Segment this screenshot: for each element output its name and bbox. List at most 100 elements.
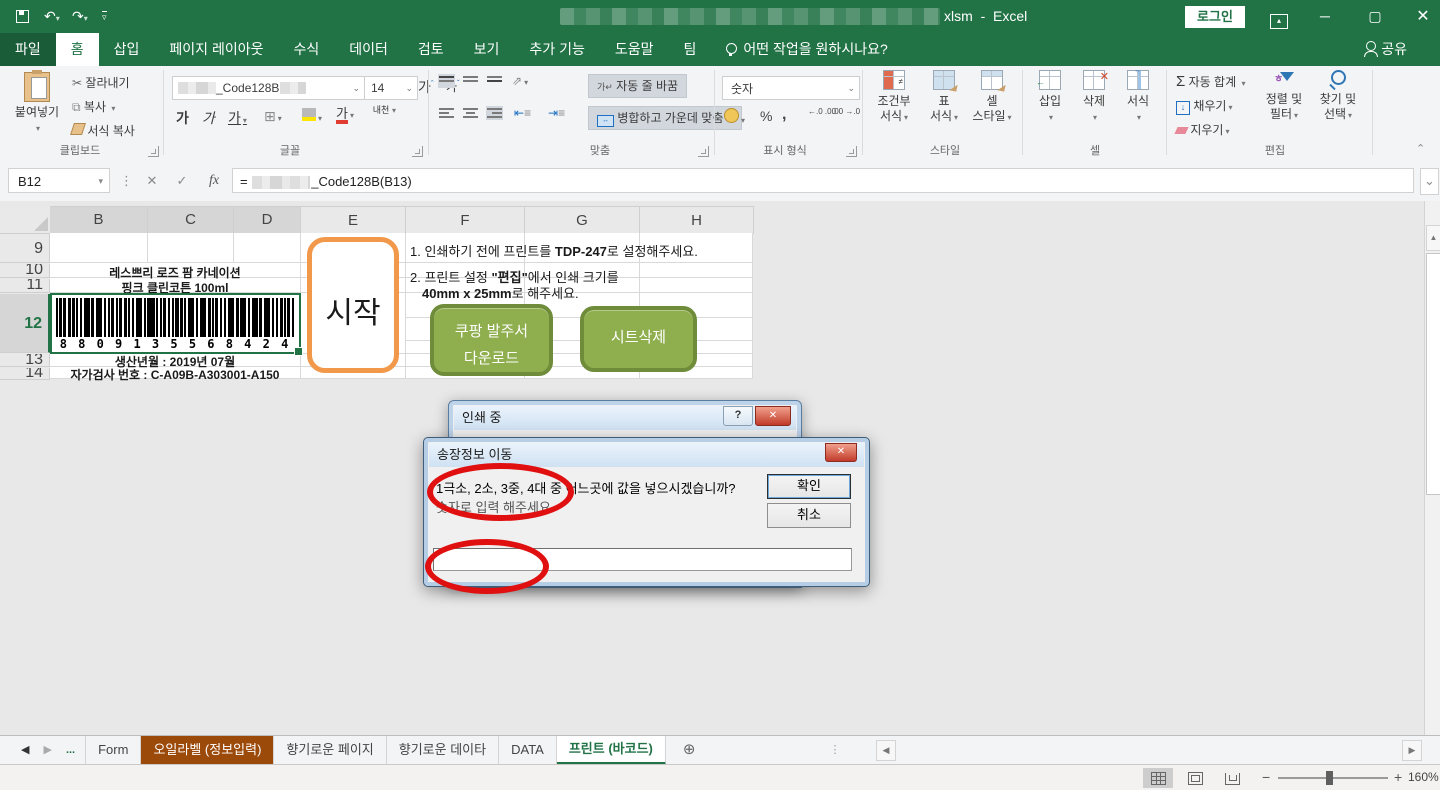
merge-center-toggle[interactable]: ↔ 병합하고 가운데 맞춤 — [588, 106, 742, 130]
selected-cell-B12[interactable] — [50, 293, 301, 354]
decrease-decimal-button[interactable]: .00 →.0 — [832, 108, 860, 116]
ribbon-tab-insert[interactable]: 삽입 — [99, 33, 155, 66]
underline-button[interactable]: 가 — [228, 108, 247, 128]
page-layout-view-icon[interactable] — [1180, 768, 1210, 788]
font-name-combo[interactable]: _Code128B ⌄ — [172, 76, 365, 100]
expand-formula-bar-icon[interactable]: ⌄ — [1420, 168, 1439, 195]
column-header-C[interactable]: C — [148, 206, 234, 236]
page-break-view-icon[interactable] — [1217, 768, 1247, 788]
sheet-nav-right-icon[interactable]: ▶ — [36, 736, 58, 765]
ribbon-tab-file[interactable]: 파일 — [0, 33, 56, 66]
sort-filter-button[interactable]: ㅎ 정렬 및 필터 — [1258, 70, 1310, 123]
cancel-button[interactable]: 취소 — [767, 503, 851, 528]
ribbon-tab-review[interactable]: 검토 — [403, 33, 459, 66]
clipboard-dialog-launcher-icon[interactable] — [148, 146, 159, 157]
row-header-14[interactable]: 14 — [0, 368, 50, 380]
italic-button[interactable]: 가 — [202, 108, 215, 128]
conditional-formatting-button[interactable]: ≠ 조건부 서식 — [870, 70, 918, 125]
grow-font-button[interactable]: 가ˆ — [418, 77, 434, 97]
phonetic-button[interactable]: 내천 — [372, 106, 396, 115]
decrease-indent-button[interactable]: ⇤≡ — [514, 106, 531, 120]
cell-styles-button[interactable]: 셀 스타일 — [968, 70, 1016, 125]
start-macro-button[interactable]: 시작 — [307, 237, 399, 373]
alignment-dialog-launcher-icon[interactable] — [698, 146, 709, 157]
ribbon-tab-formulas[interactable]: 수식 — [278, 33, 334, 66]
sheet-nav-left-icon[interactable]: ◀ — [14, 736, 36, 765]
printing-dialog-help-button[interactable]: ? — [723, 406, 753, 426]
undo-icon[interactable]: ↶▾ — [44, 0, 60, 35]
cancel-formula-icon[interactable]: ✕ — [142, 168, 162, 194]
name-box[interactable]: B12 ▾ — [8, 168, 110, 193]
clear-button[interactable]: 지우기 — [1176, 121, 1229, 138]
column-header-G[interactable]: G — [525, 206, 640, 234]
zoom-slider-track[interactable] — [1278, 777, 1388, 779]
sheet-tab-print-barcode[interactable]: 프린트 (바코드) — [557, 736, 666, 765]
sheet-tab-fragrant-data[interactable]: 향기로운 데이타 — [387, 736, 499, 765]
hscroll-left-icon[interactable]: ◀ — [876, 740, 896, 761]
tell-me-box[interactable]: 어떤 작업을 원하시나요? — [711, 33, 902, 66]
new-sheet-icon[interactable]: ⊕ — [676, 736, 703, 765]
row-header-12[interactable]: 12 — [0, 294, 50, 353]
minimize-button[interactable]: ─ — [1310, 0, 1340, 33]
zoom-level[interactable]: 160% — [1408, 770, 1439, 784]
fill-button[interactable]: ↓ 채우기 — [1176, 97, 1232, 115]
insert-cells-button[interactable]: ← 삽입 — [1030, 70, 1070, 125]
ribbon-tab-team[interactable]: 팀 — [668, 33, 711, 66]
font-color-button[interactable]: 가 — [336, 106, 354, 124]
find-select-button[interactable]: 찾기 및 선택 — [1312, 70, 1364, 123]
align-left-button[interactable] — [438, 106, 455, 120]
normal-view-icon[interactable] — [1143, 768, 1173, 788]
share-button[interactable]: 공유 — [1351, 33, 1422, 66]
ribbon-tab-page-layout[interactable]: 페이지 레이아웃 — [154, 33, 278, 66]
printing-dialog-close-button[interactable]: ✕ — [755, 406, 791, 426]
row-header-11[interactable]: 11 — [0, 279, 50, 293]
align-center-button[interactable] — [462, 106, 479, 120]
borders-button[interactable]: ⊞ — [264, 108, 282, 125]
comma-style-button[interactable]: , — [782, 106, 786, 124]
sheet-tab-overflow[interactable]: ... — [59, 736, 86, 765]
invoice-dialog-close-button[interactable]: ✕ — [825, 443, 857, 462]
maximize-button[interactable]: ▢ — [1360, 0, 1390, 33]
format-cells-button[interactable]: ↔ 서식 — [1118, 70, 1158, 125]
scroll-up-icon[interactable]: ▲ — [1426, 225, 1440, 251]
row-header-13[interactable]: 13 — [0, 354, 50, 367]
zoom-in-icon[interactable]: + — [1394, 769, 1402, 785]
percent-style-button[interactable]: % — [760, 108, 772, 124]
accounting-format-button[interactable] — [724, 108, 745, 126]
sheet-tab-data[interactable]: DATA — [499, 736, 557, 765]
quick-access-customize-icon[interactable]: ▿ — [102, 11, 107, 24]
ribbon-tab-addins[interactable]: 추가 기능 — [514, 33, 599, 66]
select-all-corner[interactable] — [0, 206, 51, 234]
zoom-out-icon[interactable]: − — [1262, 769, 1270, 785]
collapse-ribbon-icon[interactable]: ⌃ — [1416, 142, 1425, 155]
autosum-button[interactable]: Σ 자동 합계 — [1176, 73, 1245, 90]
increase-indent-button[interactable]: ⇥≡ — [548, 106, 565, 120]
ribbon-tab-help[interactable]: 도움말 — [600, 33, 669, 66]
number-dialog-launcher-icon[interactable] — [846, 146, 857, 157]
orientation-button[interactable]: ⇒ — [512, 74, 528, 88]
login-button[interactable]: 로그인 — [1185, 6, 1245, 28]
copy-button[interactable]: ⧉ 복사 — [72, 98, 115, 115]
zoom-slider-thumb[interactable] — [1326, 771, 1333, 785]
ribbon-tab-view[interactable]: 보기 — [459, 33, 515, 66]
paste-button[interactable]: 붙여넣기 — [10, 70, 64, 136]
column-header-B[interactable]: B — [50, 206, 148, 236]
formula-input[interactable]: = _Code128B(B13) — [232, 168, 1414, 193]
bold-button[interactable]: 가 — [176, 108, 189, 128]
row-header-9[interactable]: 9 — [0, 234, 50, 263]
column-header-F[interactable]: F — [406, 206, 525, 234]
top-align-button[interactable] — [438, 74, 455, 88]
close-button[interactable]: ✕ — [1408, 0, 1438, 33]
row-header-10[interactable]: 10 — [0, 264, 50, 278]
ribbon-display-options-icon[interactable]: ▴ — [1270, 10, 1288, 29]
hscroll-right-icon[interactable]: ▶ — [1402, 740, 1422, 761]
bottom-align-button[interactable] — [486, 74, 503, 88]
format-painter-button[interactable]: 서식 복사 — [72, 122, 135, 139]
fill-color-button[interactable] — [302, 108, 322, 124]
redo-icon[interactable]: ↷▾ — [72, 0, 88, 35]
font-dialog-launcher-icon[interactable] — [412, 146, 423, 157]
font-size-combo[interactable]: 14 ⌄ — [364, 76, 418, 100]
cell-inspection-number[interactable]: 자가검사 번호 : C-A09B-A303001-A150 — [50, 366, 300, 383]
ribbon-tab-home[interactable]: 홈 — [56, 33, 99, 66]
sheet-tab-oillabel[interactable]: 오일라벨 (정보입력) — [141, 736, 274, 765]
